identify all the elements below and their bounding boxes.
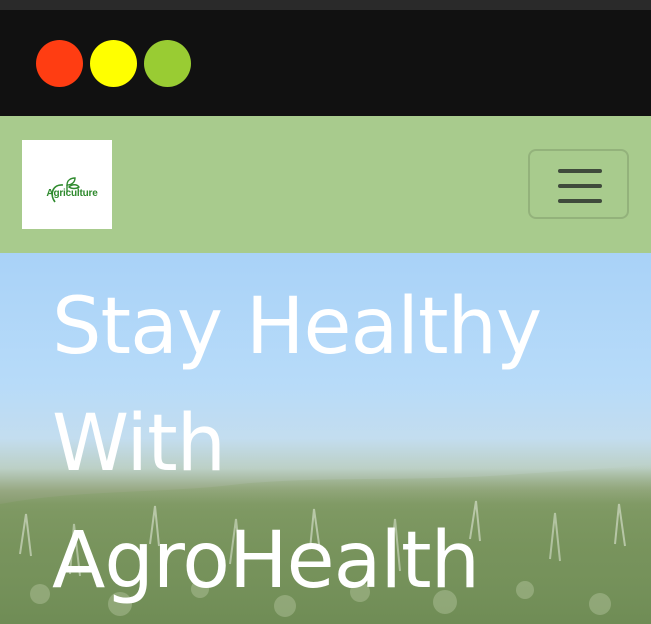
- hero-title: Stay Healthy With AgroHealth: [52, 269, 642, 620]
- logo-text: Agriculture: [46, 188, 98, 199]
- brand-logo-link[interactable]: Agriculture: [22, 140, 112, 229]
- hero-title-line-2: With: [52, 399, 226, 489]
- hero-title-line-1: Stay Healthy: [52, 282, 542, 372]
- hero-banner: Stay Healthy With AgroHealth: [0, 253, 651, 624]
- navbar: Agriculture: [0, 116, 651, 253]
- hamburger-menu-icon: [558, 184, 602, 188]
- hamburger-menu-icon: [558, 199, 602, 203]
- hero-title-line-3: AgroHealth: [52, 516, 480, 606]
- minimize-window-dot[interactable]: [90, 40, 137, 87]
- top-strip: [0, 0, 651, 10]
- maximize-window-dot[interactable]: [144, 40, 191, 87]
- hamburger-menu-icon: [558, 169, 602, 173]
- close-window-dot[interactable]: [36, 40, 83, 87]
- menu-toggle-button[interactable]: [528, 149, 629, 219]
- window-chrome-bar: [0, 10, 651, 116]
